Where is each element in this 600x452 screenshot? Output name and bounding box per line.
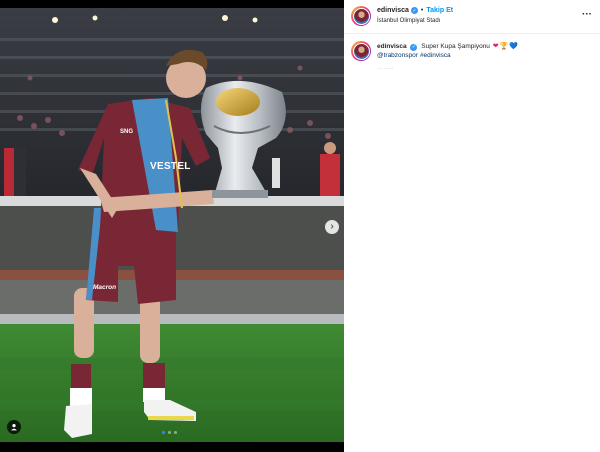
carousel-dot [174, 431, 177, 434]
follow-button[interactable]: Takip Et [426, 7, 453, 14]
separator-dot: • [420, 7, 424, 14]
header-line: edinvisca ✓ • Takip Et [377, 7, 453, 14]
shirt-brand-text: SNG [120, 129, 134, 135]
caption-avatar[interactable] [351, 41, 371, 61]
carousel-dot [162, 431, 165, 434]
mention-link[interactable]: @trabzonspor [377, 52, 418, 59]
hashtag-link[interactable]: #edinvisca [420, 52, 451, 59]
trophy-icon: 🏆 [499, 42, 509, 50]
caption-tags: @trabzonspor #edinvisca [377, 51, 592, 60]
carousel-dots [162, 431, 177, 434]
avatar[interactable] [351, 6, 371, 26]
shorts-brand-text: Macron [93, 284, 117, 291]
verified-badge-icon: ✓ [410, 44, 418, 51]
username-link[interactable]: edinvisca [377, 7, 409, 14]
carousel-dot [168, 431, 171, 434]
shirt-sponsor-text: VESTEL [150, 161, 191, 172]
post-media: VESTEL SNG Macron › [0, 0, 344, 452]
user-tag-icon[interactable] [7, 420, 21, 434]
caption-username-link[interactable]: edinvisca [377, 43, 407, 50]
post-header: edinvisca ✓ • Takip Et İstanbul Olimpiya… [344, 0, 600, 34]
post-side-panel: edinvisca ✓ • Takip Et İstanbul Olimpiya… [344, 0, 600, 452]
post-caption: edinvisca ✓ Super Kupa Şampiyonu ❤🏆💙 @tr… [377, 42, 592, 60]
blue-heart-icon: 💙 [509, 42, 519, 50]
location-link[interactable]: İstanbul Olimpiyat Stadı [377, 18, 440, 24]
more-options-icon[interactable]: ··· [582, 9, 592, 20]
post-timestamp: ··· ····· [377, 66, 394, 72]
chevron-right-icon[interactable]: › [325, 220, 339, 234]
red-heart-icon: ❤ [492, 42, 499, 50]
caption-text: Super Kupa Şampiyonu [421, 43, 490, 50]
verified-badge-icon: ✓ [410, 7, 418, 14]
post-photo [0, 8, 344, 442]
